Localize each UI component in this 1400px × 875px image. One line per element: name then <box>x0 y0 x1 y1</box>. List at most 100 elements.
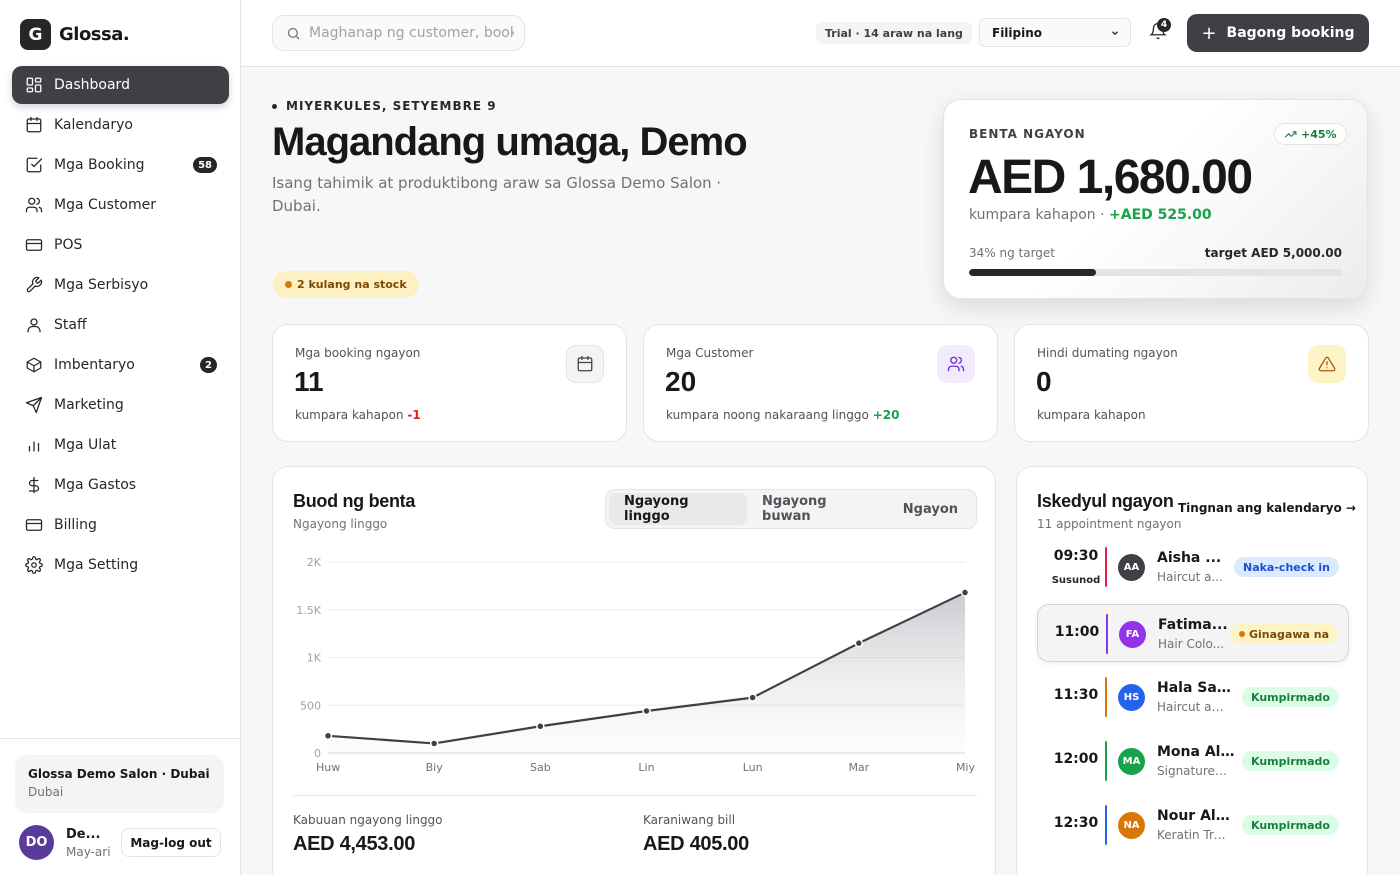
sidebar-item-marketing[interactable]: Marketing <box>12 386 229 424</box>
sales-compare: kumpara kahapon · +AED 525.00 <box>969 207 1212 223</box>
avatar: NA <box>1118 812 1145 839</box>
sales-summary-panel: Buod ng benta Ngayong linggo Ngayong lin… <box>272 466 996 875</box>
notifications-button[interactable]: 4 <box>1149 18 1171 44</box>
stat-card-bookings[interactable]: Mga booking ngayon 11 kumpara kahapon -1 <box>272 324 627 442</box>
avatar: AA <box>1118 554 1145 581</box>
language-select[interactable]: Filipino <box>979 18 1131 47</box>
search-box[interactable] <box>272 15 525 51</box>
sidebar-item-reports[interactable]: Mga Ulat <box>12 426 229 464</box>
sidebar-item-label: Marketing <box>54 397 124 413</box>
status-badge: Naka-check in <box>1233 557 1339 577</box>
next-label: Susunod <box>1051 575 1101 586</box>
calendar-icon <box>25 116 43 134</box>
search-input[interactable] <box>309 25 514 41</box>
stat-compare-text: kumpara kahapon <box>1037 408 1146 422</box>
stat-value: 20 <box>665 366 697 397</box>
target-amount: target AED 5,000.00 <box>1204 246 1342 260</box>
appointment-row[interactable]: 11:30 HS Hala Sal... Haircut an... Kumpirmad… <box>1037 668 1349 726</box>
sidebar-item-settings[interactable]: Mga Setting <box>12 546 229 584</box>
brand-mark: G <box>20 19 51 50</box>
customer-name: Fatima... <box>1158 617 1228 633</box>
sales-compare-text: kumpara kahapon · <box>969 207 1105 223</box>
service-name: Haircut an... <box>1157 700 1227 714</box>
stat-label: Hindi dumating ngayon <box>1037 346 1178 360</box>
billing-card-icon <box>25 516 43 534</box>
wrench-icon <box>25 276 43 294</box>
sidebar-item-staff[interactable]: Staff <box>12 306 229 344</box>
new-booking-button[interactable]: + Bagong booking <box>1187 14 1369 52</box>
stat-delta: -1 <box>407 408 421 422</box>
avatar: HS <box>1118 684 1145 711</box>
sidebar-item-billing[interactable]: Billing <box>12 506 229 544</box>
appointment-row[interactable]: 12:30 NA Nour Al-... Keratin Tre... Kumpirma… <box>1037 796 1349 854</box>
notification-count-badge: 4 <box>1157 18 1171 32</box>
target-progress-fill <box>969 269 1097 276</box>
tab-this-month[interactable]: Ngayong buwan <box>747 493 888 525</box>
avatar: MA <box>1118 748 1145 775</box>
appointment-row[interactable]: 12:00 MA Mona Al... Signature F... Kumpirmad… <box>1037 732 1349 790</box>
users-icon <box>25 196 43 214</box>
appointment-row[interactable]: 09:30 Susunod AA Aisha ... Haircut a... Naka-… <box>1037 538 1349 596</box>
data-point <box>642 706 651 716</box>
average-bill-label: Karaniwang bill <box>643 813 736 827</box>
sales-today-value: AED 1,680.00 <box>968 151 1253 204</box>
date-text: MIYERKULES, SETYEMBRE 9 <box>286 99 497 113</box>
status-badge: Kumpirmado <box>1241 751 1339 771</box>
sidebar: G Glossa. Dashboard Kalendaryo Mga Booki… <box>0 0 241 875</box>
page-subtitle: Isang tahimik at produktibong araw sa Gl… <box>272 174 722 215</box>
language-value: Filipino <box>992 25 1043 40</box>
credit-card-icon <box>25 236 43 254</box>
sidebar-item-bookings[interactable]: Mga Booking 58 <box>12 146 229 184</box>
status-badge: Kumpirmado <box>1241 815 1339 835</box>
service-name: Keratin Tre... <box>1157 828 1227 842</box>
gear-icon <box>25 556 43 574</box>
box-icon <box>25 356 43 374</box>
x-tick-label: Miy <box>956 761 976 774</box>
status-label: Naka-check in <box>1242 560 1330 574</box>
sidebar-item-dashboard[interactable]: Dashboard <box>12 66 229 104</box>
sidebar-item-services[interactable]: Mga Serbisyo <box>12 266 229 304</box>
sidebar-item-inventory[interactable]: Imbentaryo 2 <box>12 346 229 384</box>
x-tick-label: Lin <box>638 761 654 774</box>
salon-switcher[interactable]: Glossa Demo Salon · Dubai Dubai <box>15 755 224 813</box>
sidebar-item-expenses[interactable]: Mga Gastos <box>12 466 229 504</box>
sales-trend-badge: +45% <box>1274 123 1347 145</box>
sidebar-item-calendar[interactable]: Kalendaryo <box>12 106 229 144</box>
stat-compare: kumpara noong nakaraang linggo +20 <box>666 408 899 422</box>
low-stock-alert[interactable]: 2 kulang na stock <box>273 271 419 298</box>
x-tick-label: Sab <box>530 761 551 774</box>
view-calendar-link[interactable]: Tingnan ang kalendaryo → <box>1178 501 1356 515</box>
avatar[interactable]: DO <box>19 825 54 860</box>
appointment-row[interactable]: 11:00 FA Fatima... Hair Colo... Ginagawa na <box>1037 604 1349 662</box>
trial-badge: Trial · 14 araw na lang <box>816 22 972 44</box>
date-dot-icon <box>272 103 277 109</box>
service-name: Hair Colo... <box>1158 637 1225 651</box>
chevron-down-icon <box>1112 31 1118 36</box>
stat-compare: kumpara kahapon <box>1037 408 1146 422</box>
sidebar-item-pos[interactable]: POS <box>12 226 229 264</box>
sidebar-item-label: Mga Customer <box>54 197 156 213</box>
dashboard-icon <box>25 76 43 94</box>
brand-name: Glossa. <box>59 24 130 45</box>
staff-color-bar <box>1106 614 1108 654</box>
chart-title: Buod ng benta <box>293 491 416 511</box>
sales-compare-value: +AED 525.00 <box>1109 207 1212 223</box>
stat-card-no-shows[interactable]: Hindi dumating ngayon 0 kumpara kahapon <box>1014 324 1369 442</box>
dollar-icon <box>25 476 43 494</box>
staff-color-bar <box>1105 677 1107 717</box>
service-name: Haircut a... <box>1157 570 1223 584</box>
week-total-value: AED 4,453.00 <box>293 833 416 855</box>
tab-today[interactable]: Ngayon <box>888 493 973 525</box>
stat-label: Mga Customer <box>666 346 754 360</box>
salon-name: Glossa Demo Salon · Dubai <box>28 767 210 781</box>
data-point <box>429 739 439 748</box>
logout-button[interactable]: Mag-log out <box>121 828 221 857</box>
search-icon <box>287 27 300 40</box>
sidebar-item-label: Mga Ulat <box>54 437 117 453</box>
sidebar-item-customers[interactable]: Mga Customer <box>12 186 229 224</box>
appointment-time: 11:00 <box>1054 624 1100 640</box>
brand-logo[interactable]: G Glossa. <box>20 19 130 50</box>
tab-this-week[interactable]: Ngayong linggo <box>609 493 748 525</box>
y-tick-label: 0 <box>314 747 321 760</box>
stat-card-customers[interactable]: Mga Customer 20 kumpara noong nakaraang … <box>643 324 998 442</box>
